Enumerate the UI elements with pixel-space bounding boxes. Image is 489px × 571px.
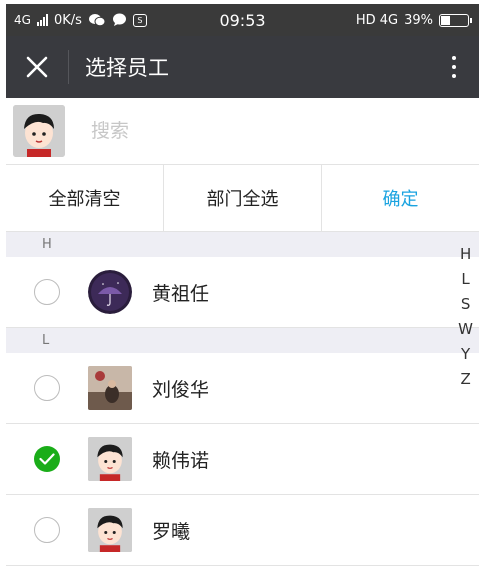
employee-avatar — [88, 508, 132, 552]
signal-icon — [36, 14, 48, 26]
battery-fill — [441, 15, 451, 25]
section-header-l: L — [6, 328, 479, 353]
index-letter-z[interactable]: Z — [460, 367, 470, 392]
index-letter-s[interactable]: S — [461, 292, 471, 317]
radio-unchecked[interactable] — [34, 517, 60, 543]
cartoon-boy-avatar-icon — [88, 508, 132, 552]
employee-row[interactable]: 刘俊华 — [6, 353, 479, 424]
title-divider — [68, 50, 69, 84]
status-bar: 4G 0K/s S 09:53 HD 4G 39% — [6, 4, 479, 36]
more-dot-icon — [452, 56, 456, 60]
employee-name: 赖伟诺 — [152, 449, 210, 472]
select-department-button[interactable]: 部门全选 — [163, 165, 321, 231]
photo-avatar-icon — [88, 366, 132, 410]
umbrella-avatar-icon — [88, 270, 132, 314]
checkmark-icon — [39, 453, 55, 465]
index-letter-w[interactable]: W — [458, 317, 473, 342]
title-bar: 选择员工 — [6, 36, 479, 98]
employee-name: 刘俊华 — [152, 378, 210, 401]
employee-name: 黄祖任 — [152, 282, 210, 305]
action-bar: 全部清空 部门全选 确定 — [6, 165, 479, 232]
employee-row[interactable]: 赖伟诺 — [6, 424, 479, 495]
section-header-h: H — [6, 232, 479, 257]
more-dot-icon — [452, 74, 456, 78]
status-right: HD 4G 39% — [356, 13, 479, 28]
network-speed: 0K/s — [53, 12, 82, 28]
index-letter-h[interactable]: H — [460, 242, 471, 267]
status-left: 4G 0K/s S — [6, 13, 147, 28]
alphabet-index: H L S W Y Z — [458, 242, 473, 392]
employee-name: 罗曦 — [152, 520, 191, 543]
search-row — [6, 98, 479, 165]
close-button[interactable] — [6, 36, 68, 98]
battery-icon — [439, 13, 472, 27]
network-type-right: HD 4G — [355, 12, 399, 28]
notification-icon: S — [132, 13, 147, 27]
confirm-button[interactable]: 确定 — [321, 165, 479, 231]
index-letter-y[interactable]: Y — [461, 342, 470, 367]
battery-percent: 39% — [404, 12, 433, 28]
network-type: 4G — [14, 13, 31, 27]
app-screen: 4G 0K/s S 09:53 HD 4G 39% 选择员工 搜索 全部清空 部… — [6, 4, 479, 567]
close-icon — [26, 56, 48, 78]
more-dot-icon — [452, 65, 456, 69]
index-letter-l[interactable]: L — [461, 267, 469, 292]
wechat-icon — [88, 14, 106, 27]
employee-row[interactable]: 黄祖任 — [6, 257, 479, 328]
page-title: 选择员工 — [85, 56, 169, 80]
employee-avatar — [88, 437, 132, 481]
radio-unchecked[interactable] — [34, 279, 60, 305]
radio-checked[interactable] — [34, 446, 60, 472]
cartoon-boy-avatar-icon — [13, 105, 65, 157]
employee-row[interactable]: 罗曦 — [6, 495, 479, 566]
employee-avatar — [88, 270, 132, 314]
current-user-avatar — [13, 105, 65, 157]
search-input[interactable] — [89, 119, 393, 143]
radio-unchecked[interactable] — [34, 375, 60, 401]
clear-all-button[interactable]: 全部清空 — [6, 165, 163, 231]
chat-icon — [112, 13, 126, 26]
cartoon-boy-avatar-icon — [88, 437, 132, 481]
employee-list: H 黄祖任 L 刘俊华 赖伟诺 罗曦 — [6, 232, 479, 566]
more-menu-button[interactable] — [429, 36, 479, 98]
employee-avatar — [88, 366, 132, 410]
